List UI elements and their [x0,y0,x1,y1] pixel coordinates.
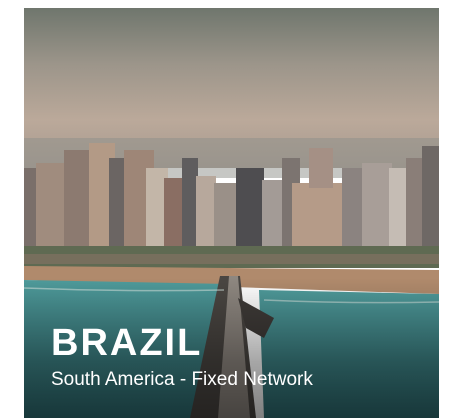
card-title: BRAZIL [51,322,203,364]
country-card[interactable]: BRAZIL South America - Fixed Network [24,8,439,418]
card-subtitle: South America - Fixed Network [51,369,313,390]
